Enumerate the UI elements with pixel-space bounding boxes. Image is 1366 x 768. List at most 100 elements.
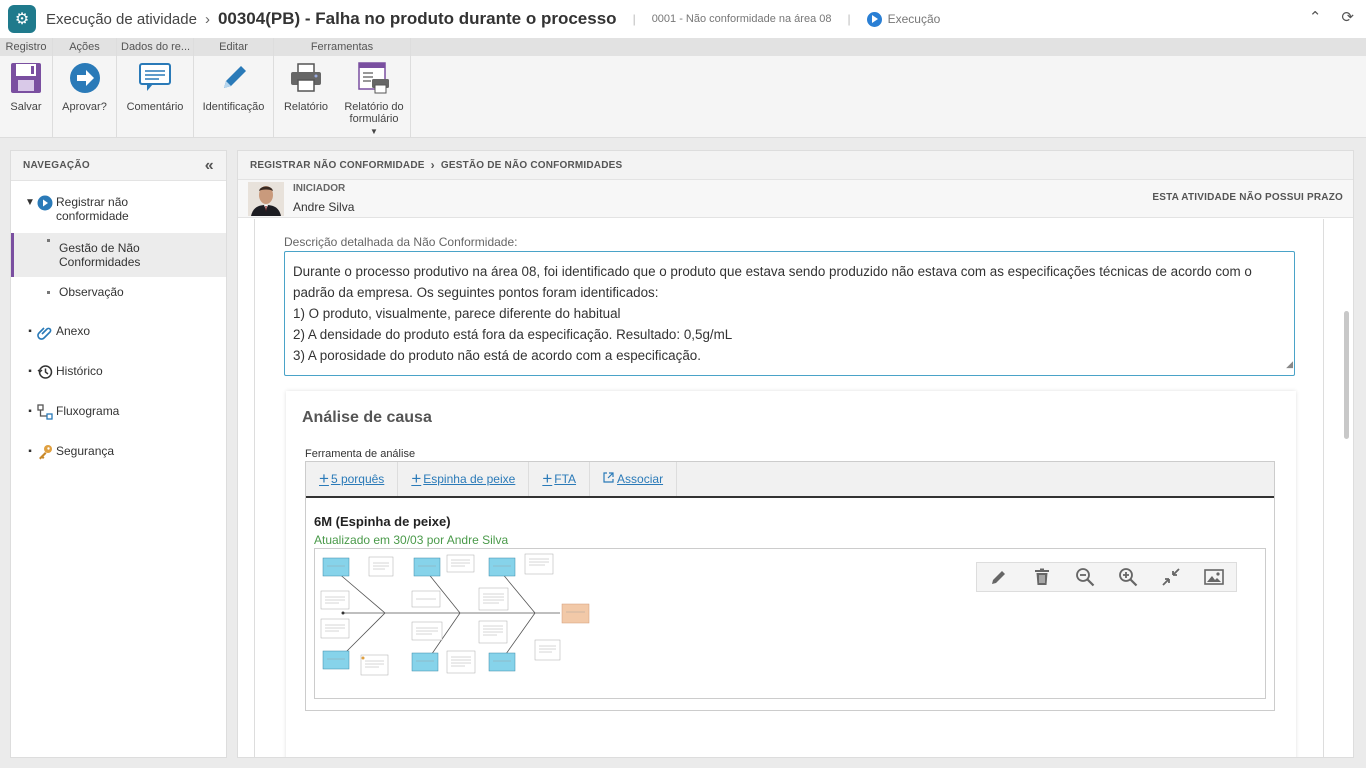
status-badge: Execução xyxy=(866,11,941,27)
ribbon-group-dados: Dados do re... Comentário xyxy=(117,38,194,138)
title-divider: | xyxy=(632,12,636,26)
analysis-tool-label: Ferramenta de análise xyxy=(305,448,416,460)
delete-diagram-button[interactable] xyxy=(1031,566,1053,588)
module-title: Execução de atividade xyxy=(46,10,197,28)
nav-item-label: Histórico xyxy=(56,364,103,378)
add-5-whys-button[interactable]: +5 porquês xyxy=(306,462,399,496)
play-circle-icon xyxy=(37,195,53,211)
save-icon xyxy=(9,60,43,96)
chevron-right-icon: › xyxy=(204,10,210,28)
title-divider: | xyxy=(847,12,851,26)
zoom-out-button[interactable] xyxy=(1074,566,1096,588)
nav-item-gestao[interactable]: Gestão de Não Conformidades xyxy=(11,233,226,277)
nav-item-fluxograma[interactable]: ▪ Fluxograma xyxy=(23,404,119,420)
form-report-button[interactable]: Relatório do formulário ▼ xyxy=(338,56,410,136)
description-label: Descrição detalhada da Não Conformidade: xyxy=(284,235,518,249)
chevron-right-icon: › xyxy=(430,158,435,172)
add-fta-button[interactable]: + FTA xyxy=(529,462,591,496)
zoom-out-icon xyxy=(1075,568,1095,587)
report-button[interactable]: Relatório xyxy=(274,56,338,136)
ribbon-group-title: Ações xyxy=(53,38,116,56)
form-report-icon xyxy=(357,60,391,96)
comment-icon xyxy=(138,60,172,96)
nav-item-label: Gestão de Não Conformidades xyxy=(59,241,141,269)
navigation-panel: NAVEGAÇÃO « ▼ Registrar não conformidade… xyxy=(10,150,227,758)
app-logo-icon[interactable]: ⚙ xyxy=(8,5,36,33)
printer-icon xyxy=(289,60,323,96)
external-link-icon xyxy=(603,472,614,486)
page-title: 00304(PB) - Falha no produto durante o p… xyxy=(217,9,617,28)
dropdown-arrow-icon[interactable]: ▼ xyxy=(370,127,378,136)
description-line: 1) O produto, visualmente, parece difere… xyxy=(293,306,621,321)
page-subtitle: 0001 - Não conformidade na área 08 xyxy=(651,13,832,25)
trash-icon xyxy=(1034,568,1049,585)
history-icon xyxy=(37,364,53,380)
ribbon-group-title: Dados do re... xyxy=(117,38,193,56)
nav-item-registrar[interactable]: ▼ Registrar não conformidade xyxy=(23,195,213,223)
plus-icon: + xyxy=(542,469,553,488)
approve-button[interactable]: Aprovar? xyxy=(53,56,116,113)
zoom-in-button[interactable] xyxy=(1117,566,1139,588)
ribbon-group-acoes: Ações Aprovar? xyxy=(53,38,117,138)
ribbon-empty-area xyxy=(411,38,1366,138)
title-bar: ⚙ Execução de atividade › 00304(PB) - Fa… xyxy=(0,0,1366,38)
ribbon-group-ferramentas: Ferramentas Relatório Relatório do formu… xyxy=(274,38,411,138)
description-line: 3) A porosidade do produto não está de a… xyxy=(293,348,701,363)
breadcrumb-item-registrar[interactable]: REGISTRAR NÃO CONFORMIDADE xyxy=(250,160,425,171)
edit-diagram-button[interactable] xyxy=(988,566,1010,588)
resize-handle-icon[interactable]: ◢ xyxy=(1286,354,1293,375)
plus-icon: + xyxy=(411,469,422,488)
nav-item-label: Fluxograma xyxy=(56,404,120,418)
play-icon xyxy=(866,11,882,27)
fishbone-diagram-graphic xyxy=(320,553,590,676)
cause-analysis-section: Análise de causa Ferramenta de análise +… xyxy=(286,391,1296,757)
fit-diagram-button[interactable] xyxy=(1160,566,1182,588)
nav-item-label: Registrar não conformidade xyxy=(56,195,129,223)
comment-button[interactable]: Comentário xyxy=(117,56,193,113)
identification-label: Identificação xyxy=(202,101,265,113)
ribbon-group-editar: Editar Identificação xyxy=(194,38,274,138)
nav-item-label: Observação xyxy=(59,285,124,299)
collapse-left-icon[interactable]: « xyxy=(205,157,214,175)
caret-down-icon[interactable]: ▼ xyxy=(23,197,37,208)
add-fishbone-button[interactable]: + Espinha de peixe xyxy=(398,462,530,496)
navigation-header: NAVEGAÇÃO « xyxy=(11,151,226,181)
nav-item-seguranca[interactable]: ▪ Segurança xyxy=(23,444,114,460)
save-label: Salvar xyxy=(10,101,42,113)
approve-label: Aprovar? xyxy=(62,101,107,113)
compress-icon xyxy=(1162,568,1180,586)
analysis-tool-tabs: +5 porquês + Espinha de peixe + FTA Associ… xyxy=(306,462,1274,498)
pencil-icon xyxy=(991,571,1005,584)
zoom-in-icon xyxy=(1119,568,1138,587)
status-label: Execução xyxy=(887,12,941,26)
form-report-label: Relatório do formulário xyxy=(344,101,404,125)
collapse-up-icon[interactable]: ⌃ xyxy=(1309,8,1322,26)
initiator-bar: INICIADOR Andre Silva ESTA ATIVIDADE NÃO… xyxy=(238,180,1353,218)
breadcrumb: REGISTRAR NÃO CONFORMIDADE › GESTÃO DE N… xyxy=(238,151,1353,180)
deadline-status: ESTA ATIVIDADE NÃO POSSUI PRAZO xyxy=(1152,192,1343,203)
refresh-icon[interactable]: ⟳ xyxy=(1341,8,1354,26)
save-button[interactable]: Salvar xyxy=(0,56,52,113)
description-textarea[interactable]: Durante o processo produtivo na área 08,… xyxy=(284,251,1295,376)
initiator-name: Andre Silva xyxy=(293,200,355,214)
export-image-button[interactable] xyxy=(1203,566,1225,588)
form-content: Descrição detalhada da Não Conformidade:… xyxy=(254,219,1324,757)
scrollbar[interactable] xyxy=(1344,311,1349,439)
main-panel: REGISTRAR NÃO CONFORMIDADE › GESTÃO DE N… xyxy=(237,150,1354,758)
avatar xyxy=(248,182,284,216)
cause-analysis-title: Análise de causa xyxy=(302,409,432,426)
ribbon-group-title: Editar xyxy=(194,38,273,56)
nav-item-observacao[interactable]: Observação xyxy=(11,285,226,303)
diagram-updated: Atualizado em 30/03 por Andre Silva xyxy=(314,533,509,547)
paperclip-icon xyxy=(37,324,53,340)
associate-button[interactable]: Associar xyxy=(590,462,678,496)
navigation-title: NAVEGAÇÃO xyxy=(23,160,90,171)
ribbon-group-title: Registro xyxy=(0,38,52,56)
identification-button[interactable]: Identificação xyxy=(194,56,273,113)
ribbon-toolbar: Registro Salvar Ações Aprovar? Dados do … xyxy=(0,38,1366,138)
nav-item-anexo[interactable]: ▪ Anexo xyxy=(23,324,90,340)
nav-item-historico[interactable]: ▪ Histórico xyxy=(23,364,103,380)
nav-item-label: Segurança xyxy=(56,444,115,458)
diagram-toolbar xyxy=(976,562,1237,592)
nav-item-label: Anexo xyxy=(56,324,91,338)
